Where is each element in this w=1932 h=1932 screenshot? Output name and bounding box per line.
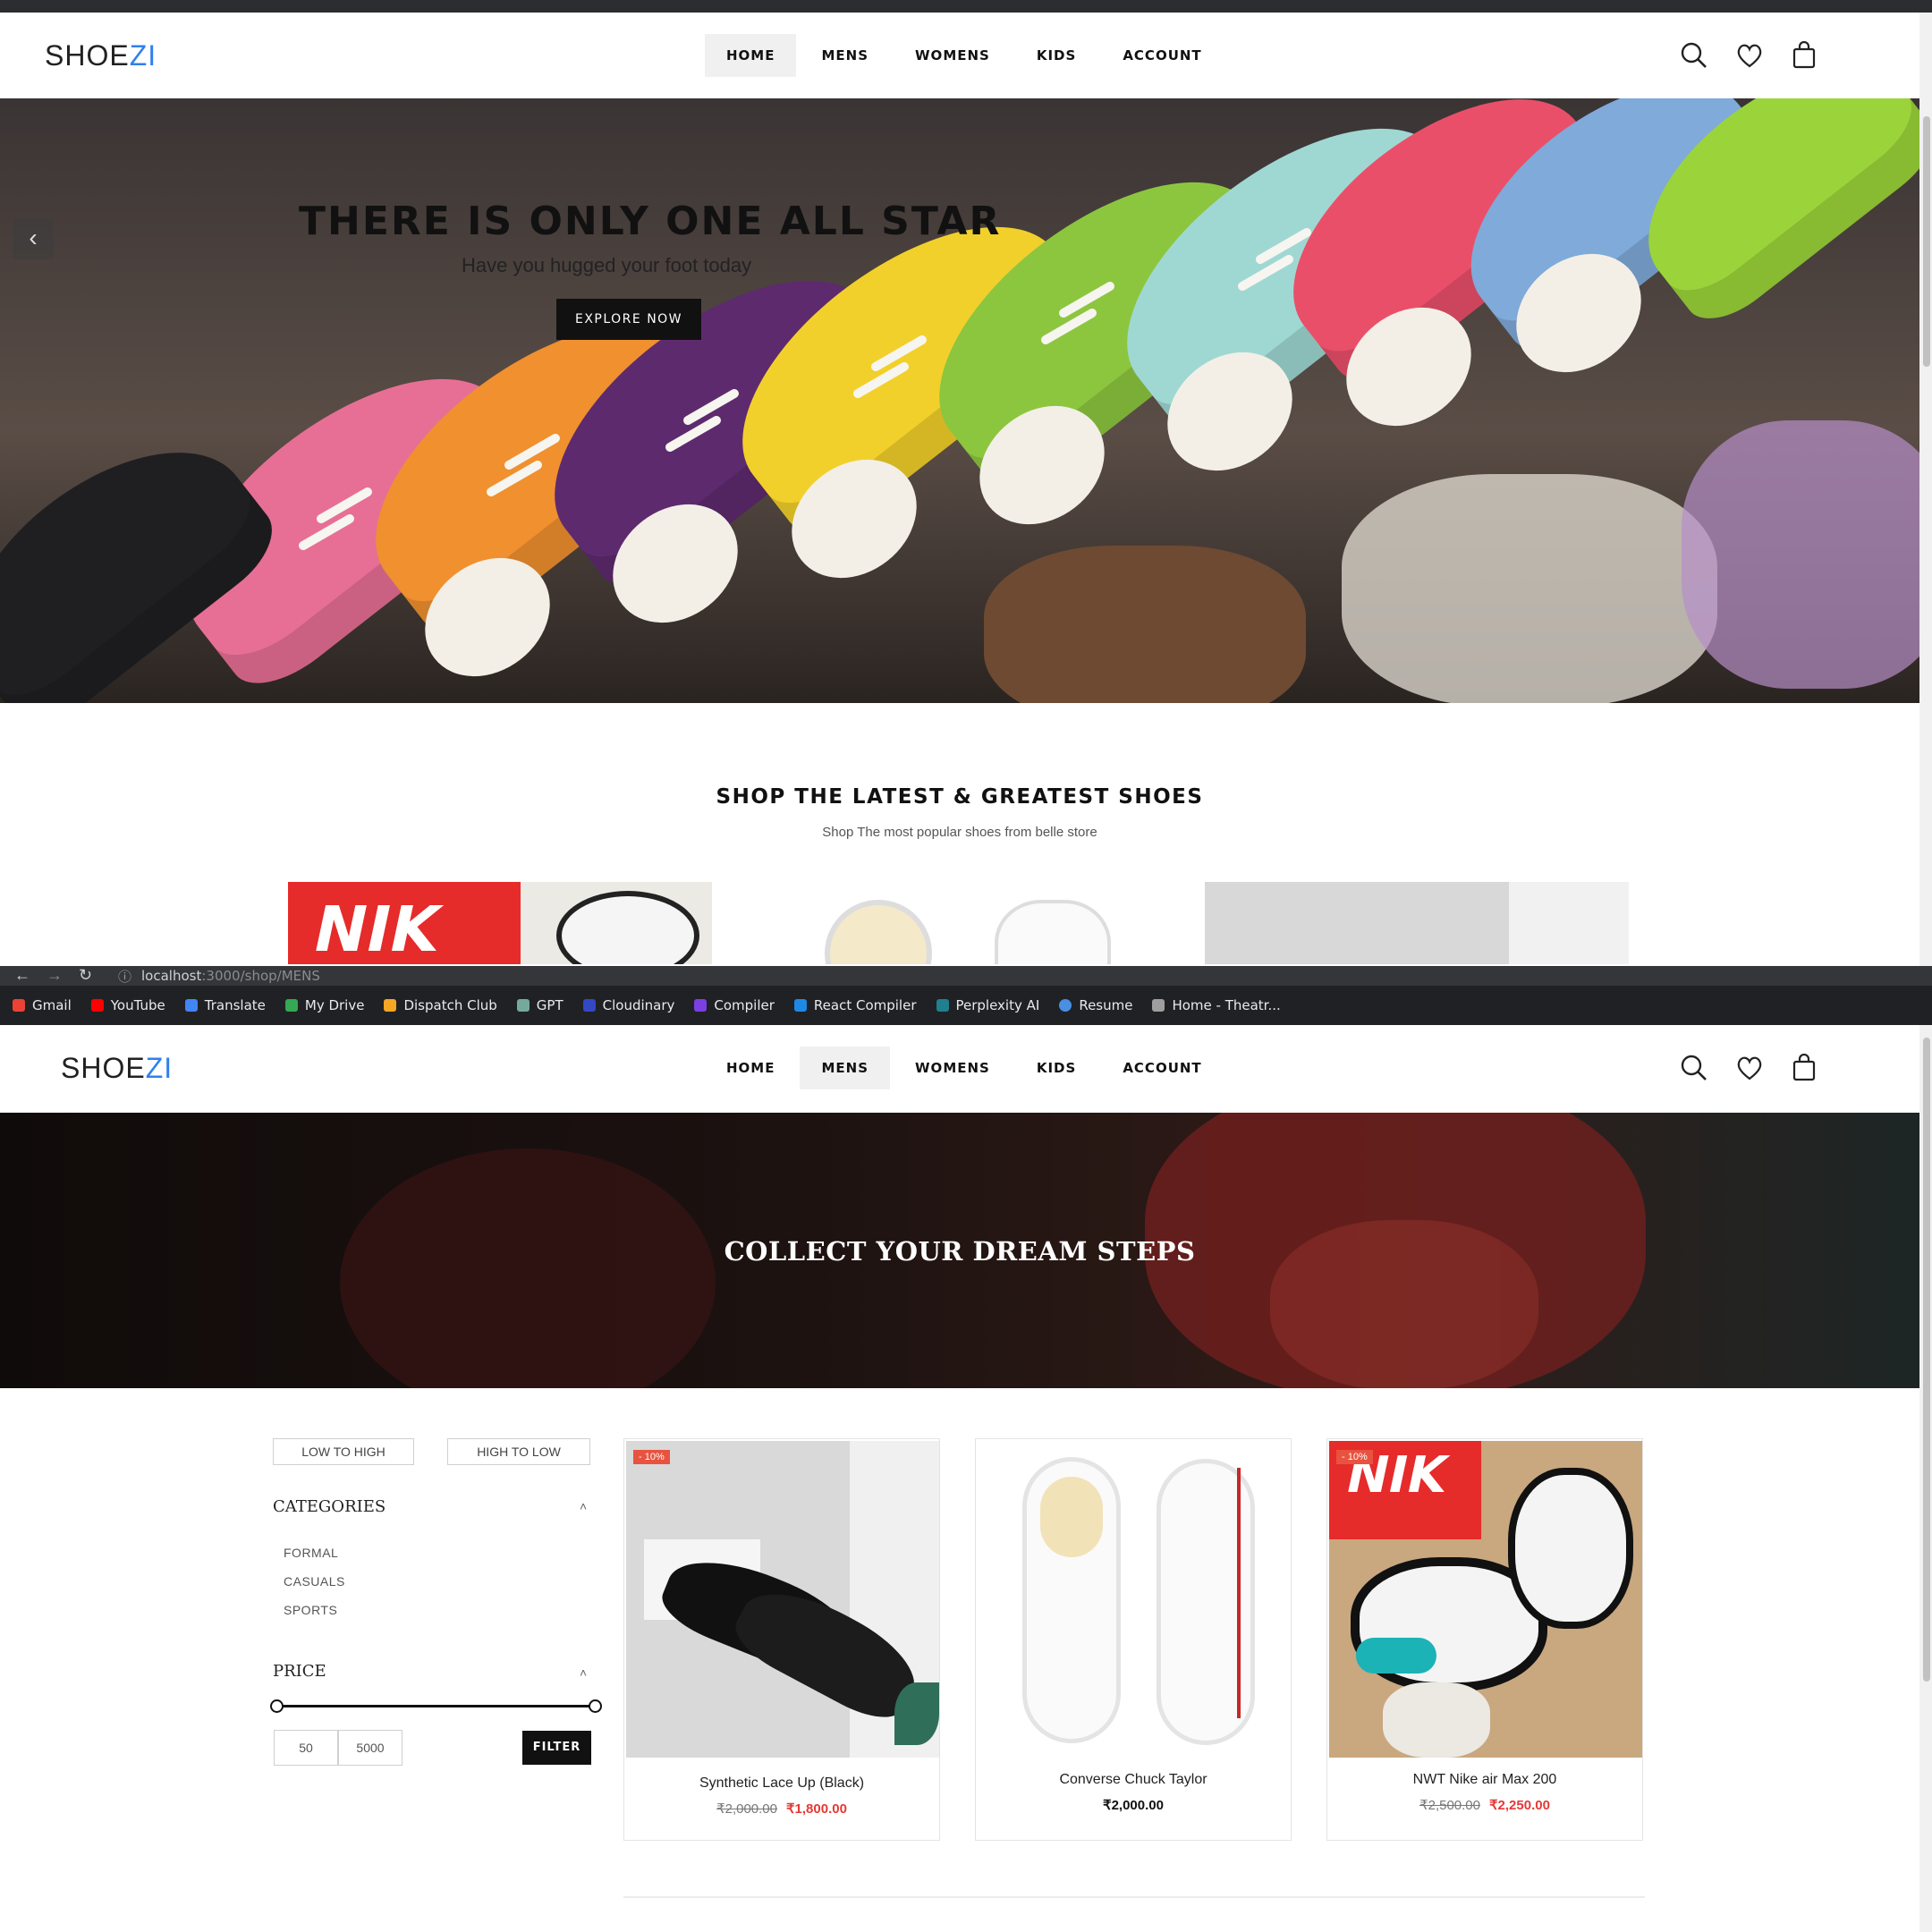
bookmark-youtube[interactable]: YouTube [90, 997, 165, 1013]
sort-low-to-high-button[interactable]: LOW TO HIGH [273, 1438, 414, 1465]
nav-kids[interactable]: KIDS [1015, 1046, 1097, 1089]
nav-account[interactable]: ACCOUNT [1101, 34, 1223, 77]
theatre-icon [1152, 999, 1165, 1012]
bookmark-translate[interactable]: Translate [184, 997, 266, 1013]
bookmark-dispatch-club[interactable]: Dispatch Club [384, 997, 497, 1013]
forward-icon[interactable]: → [47, 966, 63, 985]
nav-womens[interactable]: WOMENS [894, 34, 1012, 77]
nav-womens[interactable]: WOMENS [894, 1046, 1012, 1089]
filter-button[interactable]: FILTER [522, 1731, 591, 1765]
hero-subtitle: Have you hugged your foot today [462, 254, 752, 276]
hero-title: THERE IS ONLY ONE ALL STAR [299, 199, 1002, 244]
product-name[interactable]: Converse Chuck Taylor [976, 1772, 1291, 1788]
bookmark-my-drive[interactable]: My Drive [284, 997, 364, 1013]
compiler-icon [694, 999, 708, 1012]
shop-header: SHOEZI HOME MENS WOMENS KIDS ACCOUNT [0, 1025, 1919, 1111]
search-icon[interactable] [1680, 41, 1708, 70]
sort-high-to-low-button[interactable]: HIGH TO LOW [447, 1438, 590, 1465]
categories-heading: CATEGORIES [273, 1497, 386, 1516]
bookmark-perplexity[interactable]: Perplexity AI [936, 997, 1039, 1013]
site-header: SHOEZI HOME MENS WOMENS KIDS ACCOUNT [0, 13, 1919, 98]
nav-account[interactable]: ACCOUNT [1101, 1046, 1223, 1089]
youtube-icon [90, 999, 104, 1012]
discount-badge: - 10% [1336, 1450, 1373, 1464]
product-card[interactable]: Converse Chuck Taylor ₹2,000.00 [975, 1438, 1292, 1841]
bookmark-resume[interactable]: Resume [1059, 997, 1132, 1013]
bookmark-gpt[interactable]: GPT [516, 997, 564, 1013]
category-formal[interactable]: FORMAL [284, 1546, 338, 1560]
bookmark-compiler[interactable]: Compiler [694, 997, 775, 1013]
nav-kids[interactable]: KIDS [1015, 34, 1097, 77]
dispatch-club-icon [384, 999, 397, 1012]
nav-mens[interactable]: MENS [800, 34, 890, 77]
resume-icon [1059, 999, 1072, 1012]
section-title: SHOP THE LATEST & GREATEST SHOES [716, 785, 1204, 809]
explore-now-button[interactable]: EXPLORE NOW [556, 299, 701, 340]
preview-card-formal[interactable] [1205, 882, 1629, 964]
preview-card-nike[interactable]: NIK [288, 882, 712, 964]
preview-card-converse[interactable] [762, 882, 1186, 964]
bookmarks-bar: Gmail YouTube Translate My Drive Dispatc… [0, 986, 1932, 1025]
heart-icon[interactable] [1735, 41, 1764, 70]
bottom-scrollbar-thumb[interactable] [1923, 1038, 1930, 1682]
product-card[interactable]: - 10% Synthetic Lace Up (Black) ₹2,000.0… [623, 1438, 940, 1841]
back-icon[interactable]: ← [14, 966, 30, 985]
brand-logo-shop[interactable]: SHOEZI [61, 1052, 173, 1085]
category-sports[interactable]: SPORTS [284, 1603, 337, 1617]
price-min-handle[interactable] [270, 1699, 284, 1713]
search-icon[interactable] [1680, 1054, 1708, 1082]
nav-home[interactable]: HOME [705, 34, 797, 77]
product-image[interactable] [978, 1441, 1291, 1758]
product-price: ₹2,000.00 [1103, 1798, 1164, 1813]
product-image[interactable]: NIK - 10% [1329, 1441, 1642, 1758]
price-heading: PRICE [273, 1662, 326, 1681]
main-nav-shop: HOME MENS WOMENS KIDS ACCOUNT [705, 1046, 1224, 1089]
price-max-input[interactable]: 5000 [338, 1730, 402, 1766]
top-scrollbar-thumb[interactable] [1923, 116, 1930, 367]
product-price: ₹2,500.00 ₹2,250.00 [1419, 1798, 1550, 1813]
gmail-icon [13, 999, 25, 1012]
bookmark-react-compiler[interactable]: React Compiler [793, 997, 917, 1013]
shop-hero-title: COLLECT YOUR DREAM STEPS [724, 1236, 1196, 1267]
nav-mens[interactable]: MENS [800, 1046, 891, 1089]
address-bar[interactable]: localhost:3000/shop/MENS [141, 968, 320, 984]
slider-prev-button[interactable]: ‹ [13, 218, 54, 259]
section-subtitle: Shop The most popular shoes from belle s… [822, 825, 1097, 840]
info-icon[interactable]: ⓘ [118, 967, 131, 986]
drive-icon [284, 999, 298, 1012]
hero-banner [0, 98, 1919, 703]
reload-icon[interactable]: ↻ [79, 966, 92, 985]
product-price: ₹2,000.00 ₹1,800.00 [716, 1801, 847, 1817]
chevron-up-icon[interactable]: ˄ [580, 1665, 587, 1680]
heart-icon[interactable] [1735, 1054, 1764, 1082]
shopping-bag-icon[interactable] [1791, 1054, 1818, 1082]
shopping-bag-icon[interactable] [1791, 41, 1818, 70]
gpt-icon [516, 999, 530, 1012]
product-card[interactable]: NIK - 10% NWT Nike air Max 200 ₹2,500.00… [1326, 1438, 1643, 1841]
product-name[interactable]: NWT Nike air Max 200 [1327, 1772, 1642, 1788]
perplexity-icon [936, 999, 949, 1012]
nav-home[interactable]: HOME [705, 1046, 796, 1089]
discount-badge: - 10% [633, 1450, 670, 1464]
react-compiler-icon [793, 999, 807, 1012]
product-name[interactable]: Synthetic Lace Up (Black) [624, 1775, 939, 1792]
cloudinary-icon [582, 999, 596, 1012]
brand-logo[interactable]: SHOEZI [45, 39, 157, 72]
product-image[interactable]: - 10% [626, 1441, 939, 1758]
browser-top-strip [0, 0, 1932, 13]
price-min-input[interactable]: 50 [274, 1730, 338, 1766]
price-max-handle[interactable] [589, 1699, 602, 1713]
translate-icon [184, 999, 198, 1012]
category-casuals[interactable]: CASUALS [284, 1574, 345, 1589]
bookmark-home-theatre[interactable]: Home - Theatr... [1152, 997, 1281, 1013]
divider [623, 1896, 1645, 1898]
bookmark-gmail[interactable]: Gmail [13, 997, 72, 1013]
chevron-up-icon[interactable]: ˄ [580, 1499, 587, 1513]
main-nav: HOME MENS WOMENS KIDS ACCOUNT [705, 34, 1224, 77]
bookmark-cloudinary[interactable]: Cloudinary [582, 997, 674, 1013]
price-range-track[interactable] [274, 1705, 596, 1707]
